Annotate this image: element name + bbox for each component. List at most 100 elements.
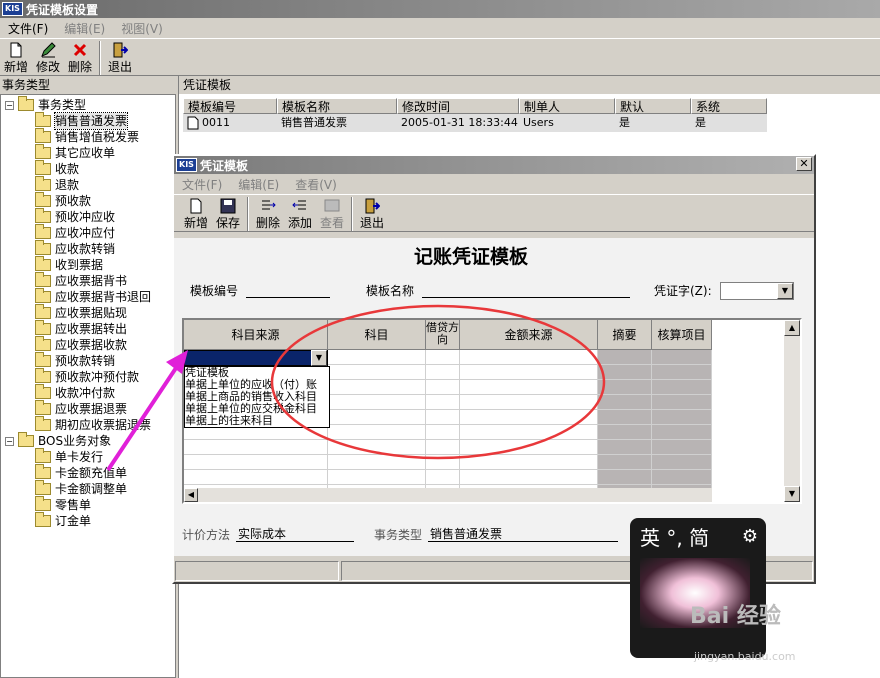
grid-cell[interactable] [598, 380, 652, 395]
grid-cell[interactable] [460, 440, 598, 455]
tree-item[interactable]: 预收款冲预付款 [35, 368, 139, 385]
scroll-up-icon[interactable]: ▲ [784, 320, 800, 336]
grid-cell[interactable] [460, 380, 598, 395]
grid-cell[interactable] [460, 395, 598, 410]
dialog-delete-row-button[interactable]: 删除 [252, 195, 284, 231]
col-amount-source[interactable]: 金额来源 [460, 320, 598, 350]
grid-cell[interactable] [328, 410, 426, 425]
tree-item[interactable]: 其它应收单 [35, 144, 115, 161]
dialog-menu-edit[interactable]: 编辑(E) [230, 176, 287, 193]
grid-cell[interactable] [598, 365, 652, 380]
grid-cell[interactable] [328, 425, 426, 440]
exit-button[interactable]: 退出 [104, 39, 136, 75]
grid-cell[interactable] [598, 350, 652, 365]
tree-root-business-types[interactable]: − 事务类型 [5, 96, 86, 113]
col-account-source[interactable]: 科目来源 [184, 320, 328, 350]
dialog-exit-button[interactable]: 退出 [356, 195, 388, 231]
voucher-word-select[interactable]: ▼ [720, 282, 794, 300]
tree-item[interactable]: 应收票据背书退回 [35, 288, 151, 305]
dialog-menu-view[interactable]: 查看(V) [287, 176, 345, 193]
grid-cell[interactable] [328, 350, 426, 365]
grid-cell[interactable] [426, 380, 460, 395]
grid-cell[interactable] [328, 380, 426, 395]
collapse-icon[interactable]: − [5, 100, 14, 110]
tree-item[interactable]: 卡金额充值单 [35, 464, 127, 481]
grid-cell[interactable] [460, 410, 598, 425]
edit-button[interactable]: 修改 [32, 39, 64, 75]
grid-cell[interactable] [184, 440, 328, 455]
grid-cell[interactable] [652, 470, 712, 485]
tree-item[interactable]: 应收冲应付 [35, 224, 115, 241]
grid-cell[interactable] [328, 395, 426, 410]
grid-cell[interactable] [328, 455, 426, 470]
tree-item[interactable]: 预收冲应收 [35, 208, 115, 225]
collapse-icon[interactable]: − [5, 436, 14, 446]
chevron-down-icon[interactable]: ▼ [777, 283, 793, 299]
grid-cell[interactable] [652, 410, 712, 425]
scroll-down-icon[interactable]: ▼ [784, 486, 800, 502]
chevron-down-icon[interactable]: ▼ [311, 350, 327, 366]
tree-item[interactable]: 预收款转销 [35, 352, 115, 369]
col-modified-time[interactable]: 修改时间 [397, 98, 519, 114]
col-summary[interactable]: 摘要 [598, 320, 652, 350]
close-button[interactable]: ✕ [796, 157, 812, 171]
grid-cell[interactable] [598, 455, 652, 470]
tree-item[interactable]: 期初应收票据退票 [35, 416, 151, 433]
dialog-add-row-button[interactable]: 添加 [284, 195, 316, 231]
scroll-left-icon[interactable]: ◀ [184, 488, 198, 502]
template-no-field[interactable] [246, 297, 330, 298]
tree-item[interactable]: 卡金额调整单 [35, 480, 127, 497]
grid-cell[interactable] [184, 455, 328, 470]
dialog-save-button[interactable]: 保存 [212, 195, 244, 231]
grid-cell[interactable] [426, 410, 460, 425]
template-name-field[interactable] [422, 297, 630, 298]
tree-item[interactable]: 收到票据 [35, 256, 103, 273]
grid-cell[interactable] [652, 455, 712, 470]
col-default[interactable]: 默认 [615, 98, 691, 114]
tree-item[interactable]: 应收票据退票 [35, 400, 127, 417]
grid-cell[interactable] [426, 350, 460, 365]
grid-cell[interactable] [652, 395, 712, 410]
grid-cell[interactable] [652, 365, 712, 380]
tree-item[interactable]: 单卡发行 [35, 448, 103, 465]
account-source-dropdown[interactable]: ▼ [184, 350, 328, 366]
grid-cell[interactable] [328, 440, 426, 455]
tree-item[interactable]: 应收款转销 [35, 240, 115, 257]
grid-cell[interactable] [598, 395, 652, 410]
grid-cell[interactable] [426, 455, 460, 470]
col-template-name[interactable]: 模板名称 [277, 98, 397, 114]
tree-item[interactable]: 收款 [35, 160, 79, 177]
tree-item[interactable]: 退款 [35, 176, 79, 193]
grid-cell[interactable] [184, 470, 328, 485]
tree-item[interactable]: 收款冲付款 [35, 384, 115, 401]
tree-root-bos[interactable]: − BOS业务对象 [5, 432, 111, 449]
grid-cell[interactable] [460, 470, 598, 485]
dialog-view-button[interactable]: 查看 [316, 195, 348, 231]
gear-icon[interactable]: ⚙ [742, 526, 758, 547]
tree-item[interactable]: 应收票据收款 [35, 336, 127, 353]
tree-item[interactable]: 销售普通发票 [35, 112, 129, 130]
grid-cell[interactable] [426, 395, 460, 410]
tree-item[interactable]: 订金单 [35, 512, 91, 529]
grid-cell[interactable] [652, 425, 712, 440]
grid-cell[interactable] [426, 470, 460, 485]
dialog-menu-file[interactable]: 文件(F) [174, 176, 230, 193]
tree-item[interactable]: 零售单 [35, 496, 91, 513]
grid-cell[interactable] [426, 425, 460, 440]
menu-file[interactable]: 文件(F) [0, 20, 56, 37]
table-row[interactable]: 0011 销售普通发票 2005-01-31 18:33:44 Users 是 … [183, 114, 767, 132]
grid-cell[interactable] [652, 380, 712, 395]
grid-cell[interactable] [426, 365, 460, 380]
grid-cell[interactable] [652, 350, 712, 365]
menu-edit[interactable]: 编辑(E) [56, 20, 113, 37]
grid-cell[interactable] [460, 365, 598, 380]
menu-view[interactable]: 视图(V) [113, 20, 171, 37]
tree-item[interactable]: 销售增值税发票 [35, 128, 139, 145]
grid-vertical-scrollbar[interactable]: ▲ ▼ [784, 320, 800, 502]
dialog-new-button[interactable]: 新增 [180, 195, 212, 231]
tree-item[interactable]: 应收票据背书 [35, 272, 127, 289]
col-accounting-item[interactable]: 核算项目 [652, 320, 712, 350]
grid-cell[interactable] [460, 350, 598, 365]
pricing-method-value[interactable]: 实际成本 [238, 525, 286, 542]
grid-cell[interactable] [460, 455, 598, 470]
